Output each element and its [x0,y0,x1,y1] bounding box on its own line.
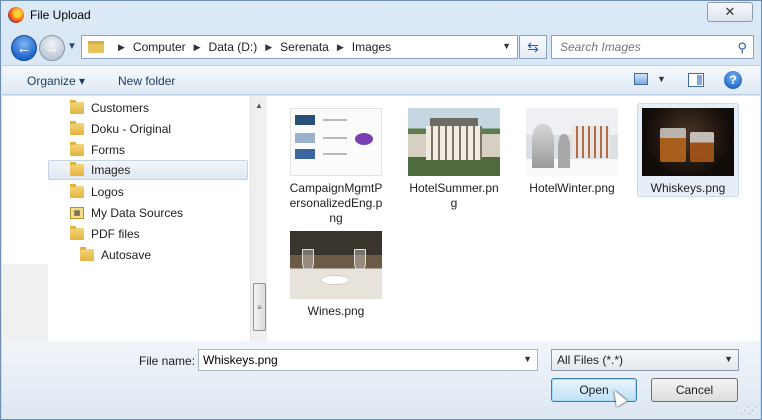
whiskeys-thumbnail [642,108,734,176]
cancel-button[interactable]: Cancel [651,378,738,402]
search-input[interactable] [552,36,722,58]
forward-button[interactable]: → [39,35,65,61]
address-bar[interactable]: ▶ Computer ▶ Data (D:) ▶ Serenata ▶ Imag… [81,35,518,59]
file-name: CampaignMgmtPersonalizedEng.png [289,181,383,225]
file-name: Whiskeys.png [650,181,726,195]
help-icon[interactable]: ? [724,71,742,89]
tree-item-label: Logos [91,185,124,199]
new-folder-button[interactable]: New folder [118,74,175,88]
tree-item-label: Autosave [101,248,152,262]
folder-icon [70,142,84,156]
folder-icon [70,162,84,176]
chevron-right-icon: ▶ [118,41,125,52]
file-name-label: File name: [139,354,196,368]
address-dropdown-icon[interactable]: ▼ [502,41,511,51]
resize-grip-icon[interactable]: ⋰⋰ [740,405,757,416]
chevron-down-icon[interactable]: ▼ [724,354,733,364]
hotel-winter-thumbnail [526,108,618,176]
dialog-footer: File name: ▼ All Files (*.*) ▼ Open Canc… [2,341,760,419]
search-icon[interactable]: ⚲ [737,40,747,56]
folder-icon [70,121,84,135]
hotel-summer-thumbnail [408,108,500,176]
wines-thumbnail [290,231,382,299]
tree-item-doku-original[interactable]: Doku - Original [70,119,171,139]
tree-item-label: PDF files [91,227,140,241]
file-list: CampaignMgmtPersonalizedEng.png HotelSum… [267,96,760,341]
scrollbar-thumb[interactable]: ≡ [253,283,266,331]
file-name-input[interactable] [199,350,509,370]
file-item-hotel-summer[interactable]: HotelSummer.png [403,104,505,211]
file-item-hotel-winter[interactable]: HotelWinter.png [521,104,623,196]
tree-item-pdf-files[interactable]: PDF files [70,224,140,244]
folder-icon [70,184,84,198]
file-item-campaign[interactable]: CampaignMgmtPersonalizedEng.png [285,104,387,226]
preview-pane-icon[interactable] [688,73,704,87]
recent-pages-dropdown[interactable]: ▼ [67,41,77,52]
tree-item-images[interactable]: Images [48,160,248,180]
refresh-icon: ⇆ [527,38,539,55]
file-item-wines[interactable]: Wines.png [285,227,387,319]
chevron-right-icon[interactable]: ▶ [337,42,344,53]
campaign-thumbnail [290,108,382,176]
chevron-right-icon[interactable]: ▶ [265,42,272,53]
command-toolbar: Organize ▾ New folder ▼ ? [2,65,760,95]
tree-item-label: Images [91,163,131,177]
view-options-icon[interactable] [634,73,648,85]
tree-item-logos[interactable]: Logos [70,182,124,202]
tree-item-autosave[interactable]: Autosave [80,245,151,265]
back-button[interactable]: ← [11,35,37,61]
tree-item-label: Doku - Original [91,122,172,136]
tree-item-label: Forms [91,143,125,157]
tree-item-my-data-sources[interactable]: ▦ My Data Sources [70,203,183,223]
tree-scrollbar[interactable]: ▲ ≡ [250,96,267,341]
file-name: HotelWinter.png [529,181,615,195]
folder-icon [70,100,84,114]
breadcrumb-data-drive[interactable]: Data (D:) [209,40,258,54]
arrow-right-icon: → [44,39,60,57]
file-name-combobox[interactable]: ▼ [198,349,538,371]
browser-area: Customers Doku - Original Forms Images L… [2,96,760,341]
title-bar: File Upload ✕ [1,1,761,31]
tree-item-label: My Data Sources [91,206,184,220]
folder-icon [88,41,104,53]
tree-item-customers[interactable]: Customers [70,98,149,118]
refresh-button[interactable]: ⇆ [519,35,547,59]
data-source-folder-icon: ▦ [70,207,84,219]
chevron-down-icon[interactable]: ▼ [523,354,532,364]
tree-blank-area [2,264,48,341]
close-button[interactable]: ✕ [707,2,753,22]
tree-item-forms[interactable]: Forms [70,140,125,160]
file-name: Wines.png [307,304,365,318]
folder-icon [70,226,84,240]
file-name: HotelSummer.png [409,181,499,210]
firefox-icon [8,7,24,23]
tree-item-label: Customers [91,101,150,115]
view-options-dropdown-icon[interactable]: ▼ [657,74,666,84]
file-type-select[interactable]: All Files (*.*) ▼ [551,349,739,371]
window-title: File Upload [30,8,91,22]
close-icon: ✕ [724,4,736,19]
file-item-whiskeys[interactable]: Whiskeys.png [637,103,739,197]
organize-button[interactable]: Organize ▾ [27,74,85,88]
scroll-up-icon[interactable]: ▲ [255,101,263,110]
folder-icon [80,247,94,261]
navigation-bar: ← → ▼ ▶ Computer ▶ Data (D:) ▶ Serenata … [1,32,761,62]
breadcrumb-computer[interactable]: Computer [133,40,186,54]
breadcrumb-serenata[interactable]: Serenata [280,40,329,54]
navigation-tree: Customers Doku - Original Forms Images L… [2,96,267,341]
file-upload-dialog: File Upload ✕ ← → ▼ ▶ Computer ▶ Data (D… [0,0,762,420]
arrow-left-icon: ← [16,39,32,57]
search-box[interactable]: ⚲ [551,35,754,59]
chevron-right-icon[interactable]: ▶ [194,42,201,53]
file-type-value: All Files (*.*) [557,353,624,367]
breadcrumb-images[interactable]: Images [352,40,391,54]
breadcrumb: ▶ Computer ▶ Data (D:) ▶ Serenata ▶ Imag… [110,40,391,54]
